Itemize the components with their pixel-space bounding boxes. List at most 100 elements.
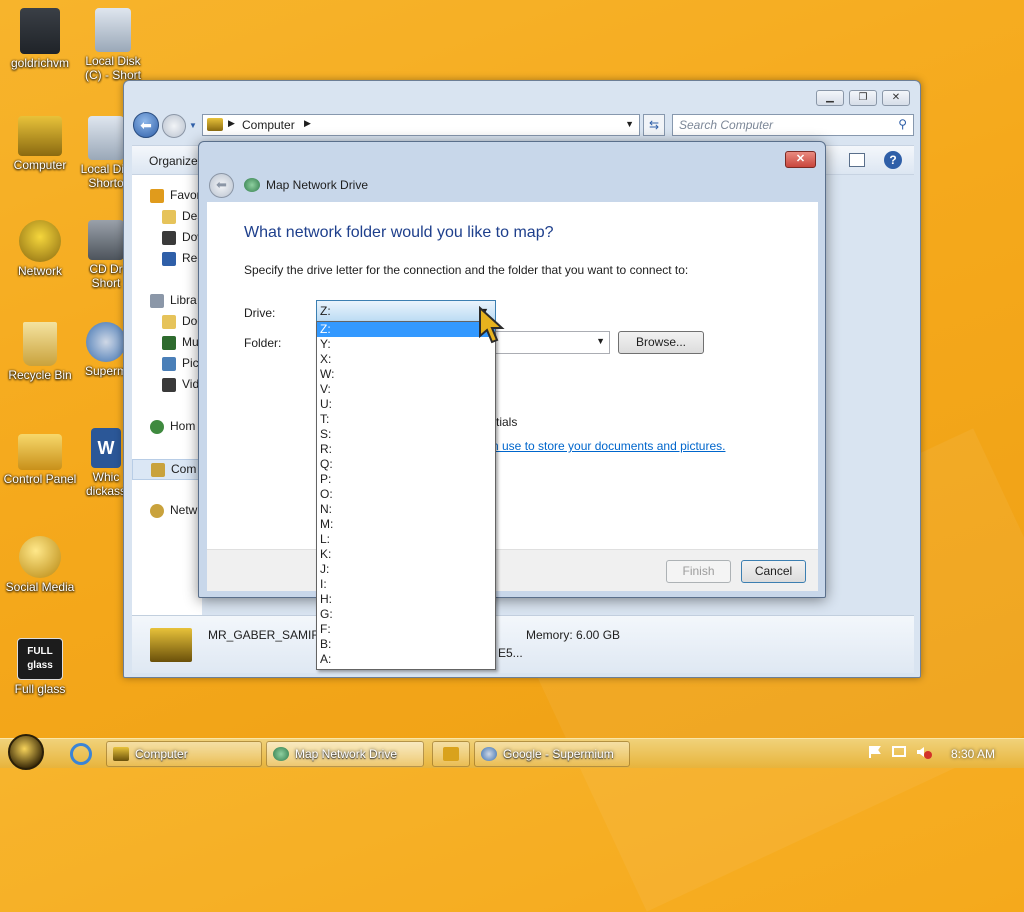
desktop-icon-label: Whic dickass (85, 470, 126, 498)
forward-button[interactable] (162, 114, 186, 138)
start-button[interactable] (8, 734, 44, 770)
drive-option[interactable]: W: (317, 367, 495, 382)
nav-videos[interactable]: Vid (162, 377, 199, 392)
close-button[interactable]: ✕ (882, 90, 910, 106)
finish-button[interactable]: Finish (666, 560, 731, 583)
drive-option[interactable]: X: (317, 352, 495, 367)
desktop-icon-social-media[interactable]: Social Media (0, 536, 80, 594)
preview-pane-icon[interactable] (849, 153, 865, 167)
network-icon (150, 503, 164, 518)
drive-option[interactable]: V: (317, 382, 495, 397)
drive-option[interactable]: I: (317, 577, 495, 592)
organize-button[interactable]: Organize (149, 154, 198, 168)
nav-network[interactable]: Netw (150, 503, 197, 518)
dialog-back-button[interactable]: ⬅ (209, 173, 234, 198)
drive-option[interactable]: Q: (317, 457, 495, 472)
search-icon: ⚲ (898, 117, 907, 131)
drive-option[interactable]: Y: (317, 337, 495, 352)
dialog-close-button[interactable]: ✕ (785, 151, 816, 168)
desktop-icon-recycle-bin[interactable]: Recycle Bin (0, 322, 80, 382)
address-dropdown-icon[interactable]: ▼ (625, 119, 634, 129)
processor-info: E5... (498, 646, 523, 660)
desktop-icon-label: Full glass (14, 682, 66, 696)
cancel-button[interactable]: Cancel (741, 560, 806, 583)
nav-homegroup[interactable]: Hom (150, 419, 195, 434)
drive-select[interactable]: Z: ▼ (316, 300, 496, 322)
drive-option[interactable]: R: (317, 442, 495, 457)
computer-icon (113, 747, 129, 761)
recent-pages-dropdown[interactable]: ▼ (189, 121, 197, 130)
storage-link[interactable]: n use to store your documents and pictur… (492, 439, 725, 453)
desktop-icon-full-glass[interactable]: FULL glass Full glass (0, 638, 80, 696)
address-bar[interactable]: ▶ Computer ▶ ▼ (202, 114, 640, 136)
browse-button[interactable]: Browse... (618, 331, 704, 354)
refresh-button[interactable]: ⇆ (643, 114, 665, 136)
flag-icon[interactable] (868, 745, 882, 759)
drive-option[interactable]: P: (317, 472, 495, 487)
search-input[interactable]: Search Computer ⚲ (672, 114, 914, 136)
refresh-icon: ⇆ (648, 118, 660, 132)
drive-option[interactable]: N: (317, 502, 495, 517)
desktop-icon-goldrichvm[interactable]: goldrichvm (0, 8, 80, 70)
desktop-icon-label: goldrichvm (10, 56, 70, 70)
drive-option[interactable]: B: (317, 637, 495, 652)
nav-favorites[interactable]: Favor (150, 188, 201, 203)
folder-label: Folder: (244, 336, 282, 350)
back-arrow-icon: ⬅ (216, 177, 227, 192)
volume-muted-icon[interactable] (916, 745, 932, 759)
downloads-icon (162, 230, 176, 245)
desktop-icon-network[interactable]: Network (0, 220, 80, 278)
word-document-icon: W (91, 428, 121, 468)
drive-dropdown-list: Z: Y: X: W: V: U: T: S: R: Q: P: O: N: M: L: K: J: I: H: G:… (316, 321, 496, 670)
ie-pinned-icon[interactable] (70, 743, 92, 765)
network-icon (19, 220, 61, 262)
nav-music[interactable]: Mu (162, 335, 199, 350)
drive-option[interactable]: Z: (317, 322, 495, 337)
drive-option[interactable]: K: (317, 547, 495, 562)
nav-libraries[interactable]: Libra (150, 293, 197, 308)
nav-label: Com (171, 462, 197, 476)
drive-option[interactable]: F: (317, 622, 495, 637)
dialog-body: What network folder would you like to ma… (207, 202, 818, 549)
computer-icon (207, 118, 223, 131)
close-icon: ✕ (795, 153, 806, 165)
music-icon (162, 335, 176, 350)
taskbar-item-computer[interactable]: Computer (106, 741, 262, 767)
drive-option[interactable]: L: (317, 532, 495, 547)
taskbar-item-label: Map Network Drive (295, 747, 398, 761)
desktop-icon-local-disk-c[interactable]: Local Disk (C) - Short (78, 8, 148, 82)
libraries-icon (150, 293, 164, 308)
credentials-text-fragment: tials (496, 415, 518, 429)
dialog-footer: Finish Cancel (207, 549, 818, 591)
desktop-icon-label: Superm (84, 364, 128, 378)
taskbar-item-supermium[interactable]: Google - Supermium (474, 741, 630, 767)
minimize-button[interactable]: ▁ (816, 90, 844, 106)
nav-pictures[interactable]: Pic (162, 356, 199, 371)
drive-option[interactable]: T: (317, 412, 495, 427)
drive-option[interactable]: U: (317, 397, 495, 412)
chevron-down-icon[interactable]: ▼ (596, 336, 605, 346)
drive-option[interactable]: J: (317, 562, 495, 577)
browser-icon (86, 322, 126, 362)
desktop-icon-control-panel[interactable]: Control Panel (0, 434, 80, 486)
back-button[interactable]: ⬅ (133, 112, 159, 138)
desktop-icon-label: CD Dr Short (89, 262, 123, 290)
drive-option[interactable]: M: (317, 517, 495, 532)
clock[interactable]: 8:30 AM (951, 747, 995, 761)
star-icon (150, 188, 164, 203)
desktop-icon-computer[interactable]: Computer (0, 116, 80, 172)
taskbar-item-media[interactable] (432, 741, 470, 767)
drive-option[interactable]: G: (317, 607, 495, 622)
drive-option[interactable]: O: (317, 487, 495, 502)
network-tray-icon[interactable] (892, 745, 906, 759)
nav-computer[interactable]: Com (132, 459, 202, 480)
help-icon[interactable]: ? (884, 151, 902, 169)
maximize-button[interactable]: ❐ (849, 90, 877, 106)
desktop-icon-label: Computer (13, 158, 67, 172)
breadcrumb-computer[interactable]: Computer (242, 118, 295, 132)
drive-option[interactable]: A: (317, 652, 495, 667)
drive-option[interactable]: S: (317, 427, 495, 442)
taskbar-item-map-network-drive[interactable]: Map Network Drive (266, 741, 424, 767)
drive-option[interactable]: H: (317, 592, 495, 607)
computer-name: MR_GABER_SAMIR (208, 628, 321, 642)
